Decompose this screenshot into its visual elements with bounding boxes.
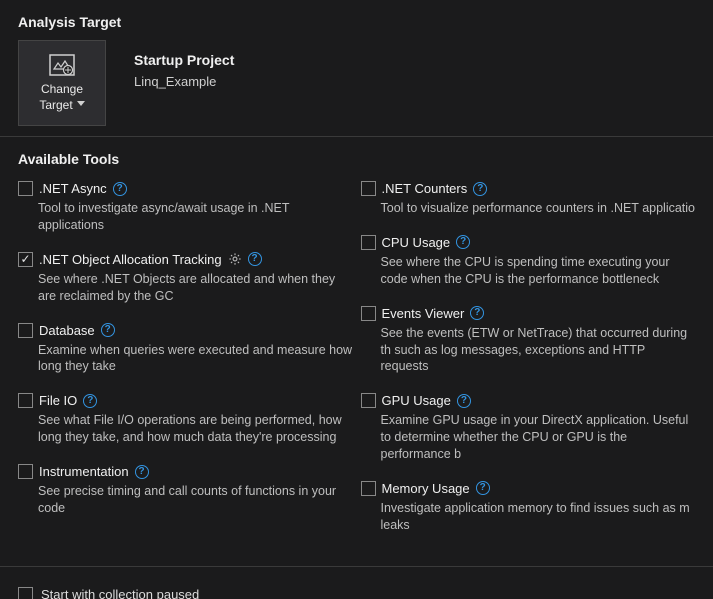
help-icon[interactable]: ?: [473, 182, 487, 196]
tool-name: GPU Usage: [382, 393, 451, 408]
option-row: Start with collection paused: [18, 587, 713, 599]
target-row: Change Target Startup Project Linq_Examp…: [18, 40, 713, 126]
start-paused-label: Start with collection paused: [41, 587, 199, 599]
target-info: Startup Project Linq_Example: [134, 52, 234, 89]
tool-description: Examine GPU usage in your DirectX applic…: [381, 412, 696, 463]
analysis-target-heading: Analysis Target: [18, 14, 713, 30]
tool-name: .NET Object Allocation Tracking: [39, 252, 222, 267]
tool-header: Instrumentation?: [18, 464, 353, 479]
tool-name: .NET Async: [39, 181, 107, 196]
divider: [0, 136, 713, 137]
tool-header: .NET Async?: [18, 181, 353, 196]
tool-checkbox[interactable]: [18, 393, 33, 408]
tool-name: .NET Counters: [382, 181, 468, 196]
help-icon[interactable]: ?: [248, 252, 262, 266]
tool-header: GPU Usage?: [361, 393, 696, 408]
startup-project-name: Linq_Example: [134, 74, 234, 89]
tool-header: Memory Usage?: [361, 481, 696, 496]
tool-description: See precise timing and call counts of fu…: [38, 483, 353, 517]
tool-description: Tool to investigate async/await usage in…: [38, 200, 353, 234]
tool-header: .NET Counters?: [361, 181, 696, 196]
tool-checkbox[interactable]: [361, 481, 376, 496]
change-target-label-1: Change: [41, 82, 83, 96]
tool-header: CPU Usage?: [361, 235, 696, 250]
help-icon[interactable]: ?: [457, 394, 471, 408]
tool-item: .NET Object Allocation Tracking? See wher…: [18, 252, 353, 305]
tool-checkbox[interactable]: [18, 252, 33, 267]
tool-item: Database? Examine when queries were execu…: [18, 323, 353, 376]
tools-grid: .NET Async? Tool to investigate async/awa…: [18, 181, 695, 552]
tool-item: CPU Usage? See where the CPU is spending …: [361, 235, 696, 288]
tool-checkbox[interactable]: [361, 181, 376, 196]
change-target-icon: [49, 54, 75, 76]
tool-item: GPU Usage? Examine GPU usage in your Dire…: [361, 393, 696, 463]
tool-item: File IO? See what File I/O operations are…: [18, 393, 353, 446]
tool-checkbox[interactable]: [18, 181, 33, 196]
tool-description: See the events (ETW or NetTrace) that oc…: [381, 325, 696, 376]
help-icon[interactable]: ?: [135, 465, 149, 479]
start-paused-checkbox[interactable]: [18, 587, 33, 599]
help-icon[interactable]: ?: [83, 394, 97, 408]
available-tools-heading: Available Tools: [18, 151, 713, 167]
tool-item: .NET Counters? Tool to visualize performa…: [361, 181, 696, 217]
tool-checkbox[interactable]: [18, 323, 33, 338]
tool-name: Memory Usage: [382, 481, 470, 496]
tool-description: See what File I/O operations are being p…: [38, 412, 353, 446]
startup-project-title: Startup Project: [134, 52, 234, 68]
tool-description: See where the CPU is spending time execu…: [381, 254, 696, 288]
tool-description: Examine when queries were executed and m…: [38, 342, 353, 376]
tool-checkbox[interactable]: [361, 306, 376, 321]
chevron-down-icon: [77, 101, 85, 106]
tool-header: .NET Object Allocation Tracking?: [18, 252, 353, 267]
change-target-label-2: Target: [39, 98, 72, 112]
help-icon[interactable]: ?: [456, 235, 470, 249]
tool-checkbox[interactable]: [18, 464, 33, 479]
help-icon[interactable]: ?: [113, 182, 127, 196]
tool-name: Database: [39, 323, 95, 338]
tool-item: Instrumentation? See precise timing and c…: [18, 464, 353, 517]
tool-description: See where .NET Objects are allocated and…: [38, 271, 353, 305]
tool-checkbox[interactable]: [361, 235, 376, 250]
divider: [0, 566, 713, 567]
tool-header: File IO?: [18, 393, 353, 408]
help-icon[interactable]: ?: [476, 481, 490, 495]
help-icon[interactable]: ?: [101, 323, 115, 337]
tool-item: Memory Usage? Investigate application mem…: [361, 481, 696, 534]
gear-icon[interactable]: [228, 252, 242, 266]
tool-item: Events Viewer? See the events (ETW or Net…: [361, 306, 696, 376]
tools-column-left: .NET Async? Tool to investigate async/awa…: [18, 181, 353, 552]
tool-name: Events Viewer: [382, 306, 465, 321]
help-icon[interactable]: ?: [470, 306, 484, 320]
tool-header: Database?: [18, 323, 353, 338]
tool-checkbox[interactable]: [361, 393, 376, 408]
tool-description: Tool to visualize performance counters i…: [381, 200, 696, 217]
tool-item: .NET Async? Tool to investigate async/awa…: [18, 181, 353, 234]
change-target-button[interactable]: Change Target: [18, 40, 106, 126]
tool-name: CPU Usage: [382, 235, 451, 250]
tool-name: Instrumentation: [39, 464, 129, 479]
tool-header: Events Viewer?: [361, 306, 696, 321]
tool-description: Investigate application memory to find i…: [381, 500, 696, 534]
tools-column-right: .NET Counters? Tool to visualize performa…: [361, 181, 696, 552]
tool-name: File IO: [39, 393, 77, 408]
